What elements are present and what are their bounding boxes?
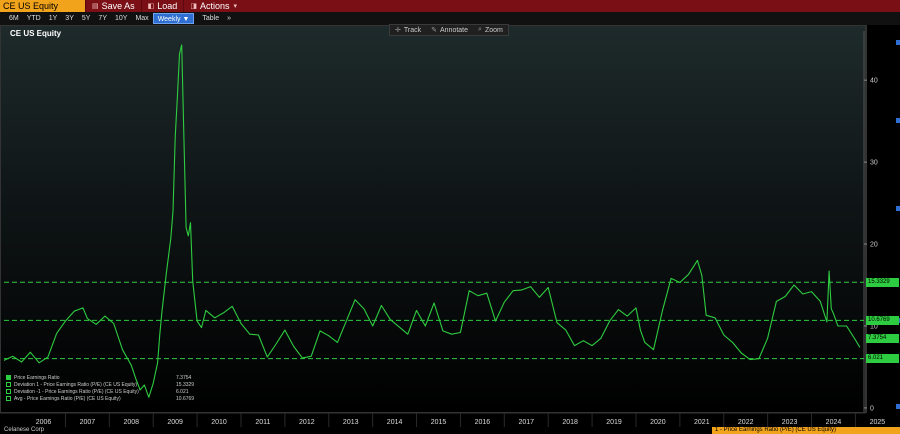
chart-tools: ✛ Track ✎ Annotate ⌕ Zoom: [389, 24, 509, 36]
legend-item[interactable]: Deviation -1 - Price Earnings Ratio (P/E…: [6, 388, 206, 395]
pe-ratio-chart: 010203040 2006 2007 2008 2009 2010 2011 2012 20…: [0, 31, 886, 427]
last-value-label: 7.3754: [866, 333, 899, 343]
legend-value: 10.6769: [176, 395, 195, 402]
legend-name: Price Earnings Ratio: [14, 374, 60, 381]
series-tab[interactable]: 1 - Price Earnings Ratio (P/E) (CE US Eq…: [712, 427, 900, 434]
x-tick-label: 2006: [36, 419, 52, 426]
legend: Price Earnings Ratio 7.3754 Deviation 1 …: [6, 374, 206, 402]
legend-item[interactable]: Deviation 1 - Price Earnings Ratio (P/E)…: [6, 381, 206, 388]
legend-value: 7.3754: [176, 374, 192, 381]
reference-lines: [4, 281, 864, 360]
annotate-label: Annotate: [440, 26, 469, 34]
x-tick-label: 2020: [650, 419, 666, 426]
x-tick-label: 2015: [431, 419, 447, 426]
chart-title: CE US Equity: [10, 29, 62, 38]
x-tick-label: 2014: [387, 419, 403, 426]
x-tick-label: 2025: [870, 419, 886, 426]
legend-value: 15.3329: [176, 381, 195, 388]
x-tick-label: 2021: [694, 419, 710, 426]
x-tick-label: 2023: [782, 419, 798, 426]
legend-name: Deviation 1 - Price Earnings Ratio (P/E)…: [14, 381, 138, 388]
pencil-icon: ✎: [431, 27, 437, 34]
x-tick-label: 2007: [80, 419, 96, 426]
legend-value: 6.021: [176, 388, 189, 395]
footer-bar: Celanese Corp 1 - Price Earnings Ratio (…: [0, 427, 900, 434]
dev1-value-label: 15.3329: [866, 277, 899, 287]
legend-swatch: [6, 382, 11, 387]
legend-name: Deviation -1 - Price Earnings Ratio (P/E…: [14, 388, 139, 395]
zoom-label: Zoom: [484, 26, 503, 34]
legend-name: Avg - Price Earnings Ratio (P/E) (CE US …: [14, 395, 121, 402]
y-tick-label: 0: [870, 405, 874, 412]
company-name: Celanese Corp: [4, 427, 45, 433]
x-tick-label: 2017: [518, 419, 534, 426]
x-tick-label: 2019: [606, 419, 622, 426]
x-tick-label: 2009: [167, 419, 183, 426]
y-tick-label: 30: [870, 160, 878, 167]
x-tick-label: 2024: [826, 419, 842, 426]
x-tick-label: 2022: [738, 419, 754, 426]
avg-value-label: 10.6769: [866, 315, 899, 325]
series-line: [3, 44, 861, 398]
y-tick-label: 40: [870, 78, 878, 85]
track-label: Track: [403, 26, 422, 34]
legend-swatch: [6, 375, 11, 380]
x-tick-label: 2013: [343, 419, 359, 426]
annotate-button[interactable]: ✎ Annotate: [426, 25, 473, 35]
legend-swatch: [6, 389, 11, 394]
devm1-value-label: 6.021: [866, 354, 899, 364]
x-tick-label: 2018: [562, 419, 578, 426]
legend-item[interactable]: Price Earnings Ratio 7.3754: [6, 374, 206, 381]
crosshair-icon: ✛: [395, 27, 401, 34]
x-axis: 2006 2007 2008 2009 2010 2011 2012 2013 2014 2015…: [0, 412, 886, 427]
series-group: [3, 44, 861, 398]
legend-swatch: [6, 396, 11, 401]
x-tick-label: 2010: [211, 419, 227, 426]
x-tick-label: 2008: [123, 419, 139, 426]
zoom-button[interactable]: ⌕ Zoom: [473, 25, 508, 35]
magnifier-icon: ⌕: [478, 26, 482, 33]
x-tick-label: 2016: [475, 419, 491, 426]
x-tick-label: 2011: [255, 419, 270, 426]
track-button[interactable]: ✛ Track: [390, 25, 426, 35]
y-tick-label: 20: [870, 242, 878, 249]
legend-item[interactable]: Avg - Price Earnings Ratio (P/E) (CE US …: [6, 395, 206, 402]
x-tick-label: 2012: [299, 419, 315, 426]
